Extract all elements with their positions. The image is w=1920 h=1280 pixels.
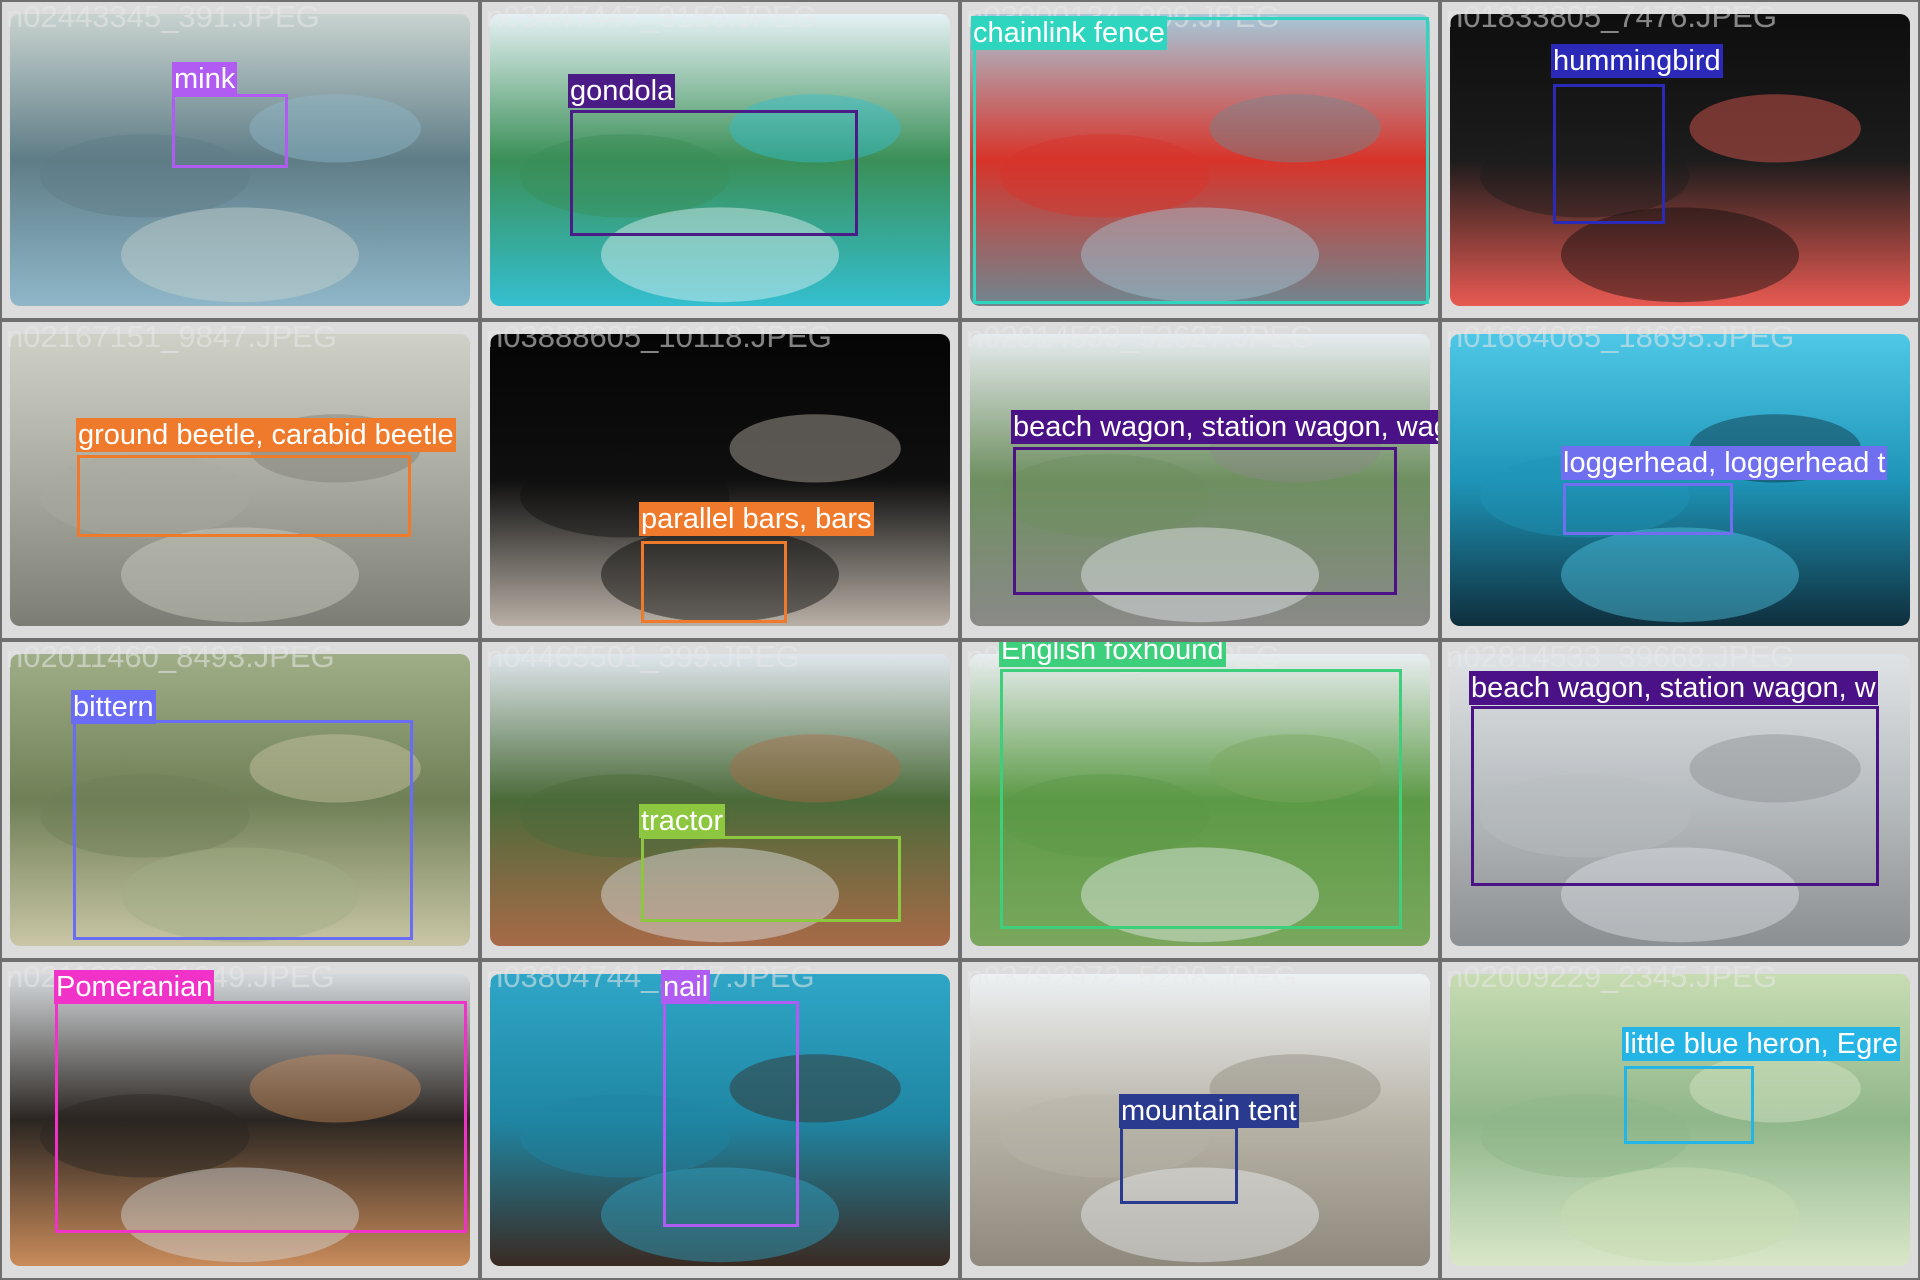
detection-label: chainlink fence [971,16,1167,50]
image-filename: n02814533_52627.JPEG [966,322,1315,354]
image-filename: n01833805_7476.JPEG [1446,2,1777,34]
detection-box [1553,84,1665,224]
detection-label: bittern [71,690,156,724]
image-tile: n02167151_9847.JPEGground beetle, carabi… [2,322,478,638]
image-filename: n02167151_9847.JPEG [6,322,337,354]
detection-label: loggerhead, loggerhead t [1561,446,1888,480]
detection-box [55,1001,467,1233]
detection-label: Pomeranian [54,970,215,1004]
detection-box [1013,447,1397,595]
detection-box [663,1001,799,1227]
detection-label: ground beetle, carabid beetle [76,418,456,452]
detection-label: nail [661,970,711,1004]
image-tile: n01664065_18695.JPEG loggerhead, loggerhe… [1442,322,1918,638]
detection-box [641,541,787,623]
image-tile: n03447447_3150.JPEGgondola [482,2,958,318]
image-filename: n02443345_391.JPEG [6,2,320,34]
detection-box [1624,1066,1754,1144]
detection-label: parallel bars, bars [639,502,874,536]
image-filename: n03447447_3150.JPEG [486,2,817,34]
image-tile: n02814533_52627.JPEGbeach wagon, station… [962,322,1438,638]
detection-box [172,94,288,168]
image-tile: n02009229_2345.JPEGlittle blue heron, Eg… [1442,962,1918,1278]
detection-box [77,455,411,537]
detection-box [641,836,901,922]
detection-box [1563,483,1733,535]
image-tile: n04465501_399.JPEGtractor [482,642,958,958]
image-tile: n03000134_909.JPEGchainlink fence [962,2,1438,318]
image-filename: n03804744_1127.JPEG [486,962,815,994]
detection-label: beach wagon, station wagon, w [1469,671,1878,705]
image-tile: n02814533_39668.JPEG beach wagon, station… [1442,642,1918,958]
image-filename: n02009229_2345.JPEG [1446,962,1777,994]
image-filename: n02814533_39668.JPEG [1446,642,1795,674]
detection-box [1120,1126,1238,1204]
detection-box [1471,706,1879,886]
detection-label: gondola [568,74,676,108]
image-filename: n03792972_5288.JPEG [966,962,1297,994]
image-filename: n04465501_399.JPEG [486,642,800,674]
image-tile: n03804744_1127.JPEG nail [482,962,958,1278]
image-tile: n01833805_7476.JPEG hummingbird [1442,2,1918,318]
image-tile: n03792972_5288.JPEG mountain tent [962,962,1438,1278]
photo [1442,322,1918,638]
image-filename: n03888605_10118.JPEG [486,322,832,354]
detection-label: tractor [639,804,726,838]
image-tile: n03888605_10118.JPEG parallel bars, bars [482,322,958,638]
detection-box [1000,669,1402,929]
detection-label: little blue heron, Egre [1622,1027,1901,1061]
detection-label: English foxhound [999,642,1226,667]
detection-label: beach wagon, station wagon, wagon, estat… [1011,410,1438,444]
image-tile: n02089973_289.JPEGEnglish foxhound [962,642,1438,958]
detection-box [973,17,1429,304]
image-tile: n02011460_8493.JPEGbittern [2,642,478,958]
detection-label: mink [172,62,238,96]
detection-box [570,110,858,236]
detection-label: hummingbird [1551,44,1723,78]
image-filename: n02011460_8493.JPEG [6,642,335,674]
image-tile: n02443345_391.JPEGmink [2,2,478,318]
image-grid: n02443345_391.JPEG mink n03447447_3150.JPE… [0,0,1920,1280]
image-tile: n02112018_1049.JPEGPomeranian [2,962,478,1278]
image-filename: n01664065_18695.JPEG [1446,322,1795,354]
detection-box [73,720,413,940]
detection-label: mountain tent [1119,1094,1299,1128]
